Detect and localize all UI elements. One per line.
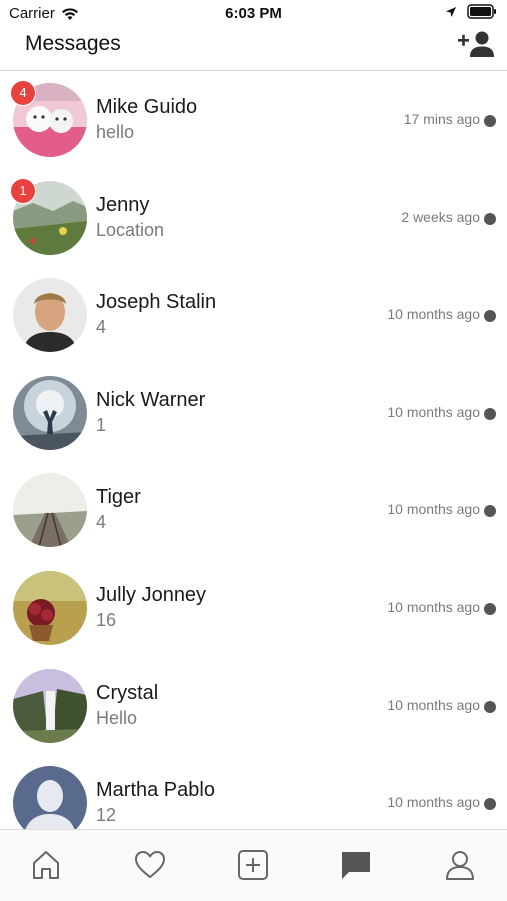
- add-user-button[interactable]: [457, 28, 497, 60]
- contact-name: Nick Warner: [96, 388, 206, 411]
- status-dot: [484, 310, 496, 323]
- conversation-item[interactable]: 1 Jenny Location 2 weeks ago: [0, 169, 507, 267]
- location-arrow-icon: [446, 6, 456, 17]
- unread-badge: 1: [10, 177, 36, 204]
- add-post-icon: [238, 850, 268, 880]
- last-message: Hello: [96, 707, 138, 728]
- last-message: 4: [96, 512, 107, 533]
- timestamp: 10 months ago: [387, 403, 480, 420]
- status-dot: [484, 505, 496, 518]
- last-message: hello: [96, 122, 135, 142]
- avatar: [13, 668, 87, 743]
- avatar: [13, 473, 87, 548]
- unread-badge: 4: [10, 80, 36, 106]
- status-right: [445, 4, 497, 19]
- contact-name: Mike Guido: [96, 96, 198, 118]
- home-icon: [33, 851, 59, 879]
- status-dot: [484, 602, 496, 615]
- avatar-wrap: [13, 473, 87, 548]
- status-bar: Carrier 6:03 PM: [0, 0, 507, 26]
- status-dot: [484, 115, 496, 127]
- conversation-item[interactable]: Martha Pablo 12 10 months ago: [0, 754, 507, 829]
- contact-name: Jully Jonney: [96, 583, 207, 606]
- status-dot: [484, 407, 496, 420]
- chat-bubble-icon: [342, 852, 370, 879]
- heart-icon: [135, 851, 165, 878]
- tab-profile[interactable]: [443, 848, 477, 882]
- avatar-wrap: [13, 766, 87, 829]
- contact-name: Tiger: [96, 486, 141, 509]
- avatar-wrap: [13, 375, 87, 450]
- timestamp: 10 months ago: [387, 696, 480, 713]
- conversation-item[interactable]: Crystal Hello 10 months ago: [0, 657, 507, 755]
- last-message: 12: [96, 805, 117, 826]
- conversation-item[interactable]: Jully Jonney 16 10 months ago: [0, 559, 507, 657]
- status-dot: [484, 700, 496, 713]
- conversation-item[interactable]: Nick Warner 1 10 months ago: [0, 364, 507, 462]
- tab-favorites[interactable]: [133, 848, 167, 882]
- page-title: Messages: [25, 32, 121, 55]
- tab-new-post[interactable]: [236, 848, 270, 882]
- tab-bar: [0, 829, 507, 901]
- status-dot: [484, 798, 496, 811]
- profile-icon: [446, 851, 474, 880]
- last-message: 16: [96, 609, 117, 630]
- contact-name: Martha Pablo: [96, 779, 215, 802]
- avatar: [13, 375, 87, 450]
- status-dot: [484, 212, 496, 225]
- contact-name: Crystal: [96, 681, 159, 704]
- timestamp: 10 months ago: [387, 306, 480, 323]
- conversation-item[interactable]: Tiger 4 10 months ago: [0, 461, 507, 559]
- avatar: [13, 570, 87, 645]
- avatar: [13, 766, 87, 829]
- last-message: Location: [96, 219, 165, 240]
- avatar-wrap: [13, 668, 87, 743]
- contact-name: Joseph Stalin: [96, 291, 217, 314]
- timestamp: 10 months ago: [387, 501, 480, 518]
- status-time: 6:03 PM: [225, 5, 282, 22]
- last-message: 1: [96, 414, 107, 435]
- last-message: 4: [96, 317, 107, 338]
- timestamp: 17 mins ago: [403, 111, 480, 127]
- conversation-item[interactable]: 4 Mike Guido hello 17 mins ago: [0, 71, 507, 169]
- avatar-wrap: 4: [10, 80, 87, 157]
- avatar-wrap: [13, 570, 87, 645]
- conversation-item[interactable]: Joseph Stalin 4 10 months ago: [0, 266, 507, 364]
- conversation-list[interactable]: 4 Mike Guido hello 17 mins ago 1 Jenny L…: [0, 71, 507, 829]
- tab-home[interactable]: [29, 848, 63, 882]
- timestamp: 10 months ago: [387, 794, 480, 811]
- avatar-wrap: [13, 278, 87, 353]
- add-user-icon: [458, 31, 494, 57]
- avatar-wrap: 1: [10, 177, 87, 255]
- timestamp: 2 weeks ago: [401, 208, 480, 225]
- timestamp: 10 months ago: [387, 598, 480, 615]
- tab-messages[interactable]: [339, 848, 373, 882]
- battery-icon: [467, 4, 496, 19]
- avatar: [13, 278, 87, 353]
- contact-name: Jenny: [96, 193, 150, 216]
- header: Messages: [0, 26, 507, 71]
